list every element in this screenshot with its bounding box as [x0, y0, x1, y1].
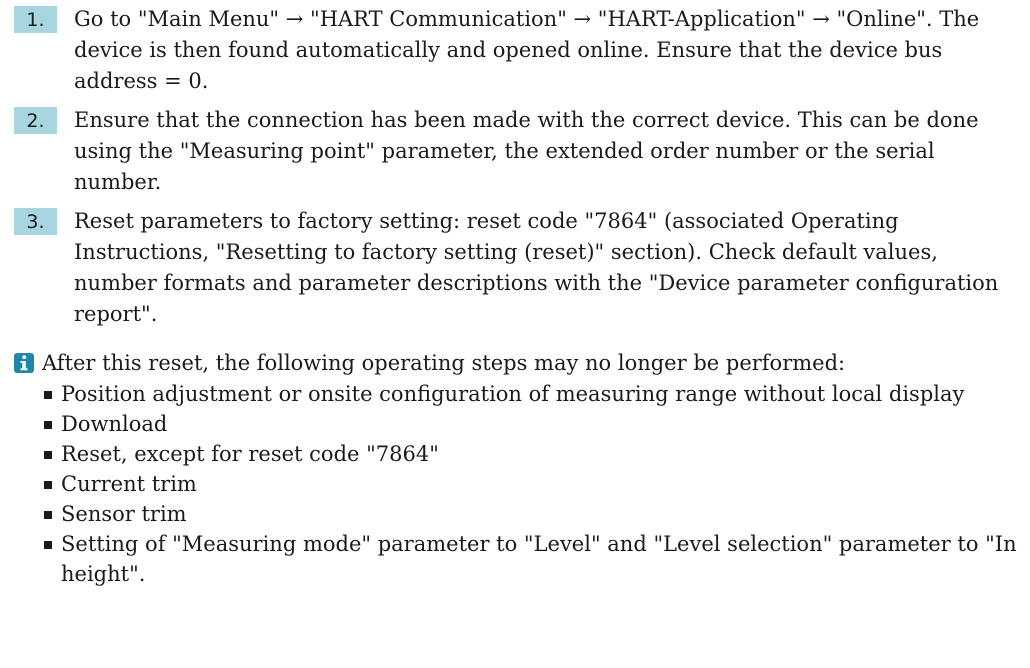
- list-item: Reset, except for reset code "7864": [42, 439, 1030, 469]
- list-item: Sensor trim: [42, 499, 1030, 529]
- instruction-document: 1. Go to "Main Menu" → "HART Communicati…: [0, 0, 1030, 589]
- step-2: 2. Ensure that the connection has been m…: [0, 105, 1030, 198]
- step-3: 3. Reset parameters to factory setting: …: [0, 206, 1030, 330]
- note-intro: After this reset, the following operatin…: [42, 351, 846, 375]
- step-text: Ensure that the connection has been made…: [74, 108, 979, 194]
- step-text: Reset parameters to factory setting: res…: [74, 209, 999, 326]
- note-bullet-list: Position adjustment or onsite configurat…: [42, 379, 1030, 589]
- list-item: Setting of "Measuring mode" parameter to…: [42, 529, 1030, 589]
- info-note: After this reset, the following operatin…: [0, 348, 1030, 589]
- step-number: 1.: [14, 6, 57, 33]
- step-number: 3.: [14, 208, 57, 235]
- list-item: Download: [42, 409, 1030, 439]
- step-number: 2.: [14, 107, 57, 134]
- list-item: Current trim: [42, 469, 1030, 499]
- step-1: 1. Go to "Main Menu" → "HART Communicati…: [0, 4, 1030, 97]
- step-text: Go to "Main Menu" → "HART Communication"…: [74, 7, 980, 93]
- info-icon: [14, 353, 34, 373]
- list-item: Position adjustment or onsite configurat…: [42, 379, 1030, 409]
